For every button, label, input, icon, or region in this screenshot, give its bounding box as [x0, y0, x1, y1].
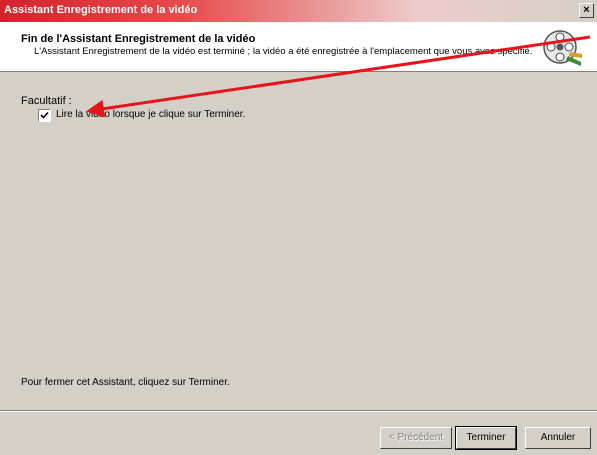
close-hint-text: Pour fermer cet Assistant, cliquez sur T…: [21, 377, 230, 388]
previous-button[interactable]: < Précédent: [380, 427, 452, 449]
close-button[interactable]: ×: [579, 3, 594, 18]
optional-label: Facultatif :: [21, 95, 72, 107]
title-bar[interactable]: Assistant Enregistrement de la vidéo ×: [0, 0, 597, 22]
film-reel-icon: [543, 30, 582, 66]
header-title: Fin de l'Assistant Enregistrement de la …: [21, 33, 256, 45]
cancel-button[interactable]: Annuler: [525, 427, 591, 449]
footer-separator: [0, 410, 597, 412]
close-icon: ×: [583, 4, 590, 16]
window-title: Assistant Enregistrement de la vidéo: [4, 4, 198, 16]
play-video-checkbox[interactable]: [38, 109, 51, 122]
finish-button[interactable]: Terminer: [455, 426, 517, 450]
wizard-header: Fin de l'Assistant Enregistrement de la …: [0, 22, 597, 72]
checkmark-icon: [40, 111, 49, 119]
header-subtitle: L'Assistant Enregistrement de la vidéo e…: [34, 46, 533, 57]
play-video-label[interactable]: Lire la vidéo lorsque je clique sur Term…: [56, 109, 245, 120]
